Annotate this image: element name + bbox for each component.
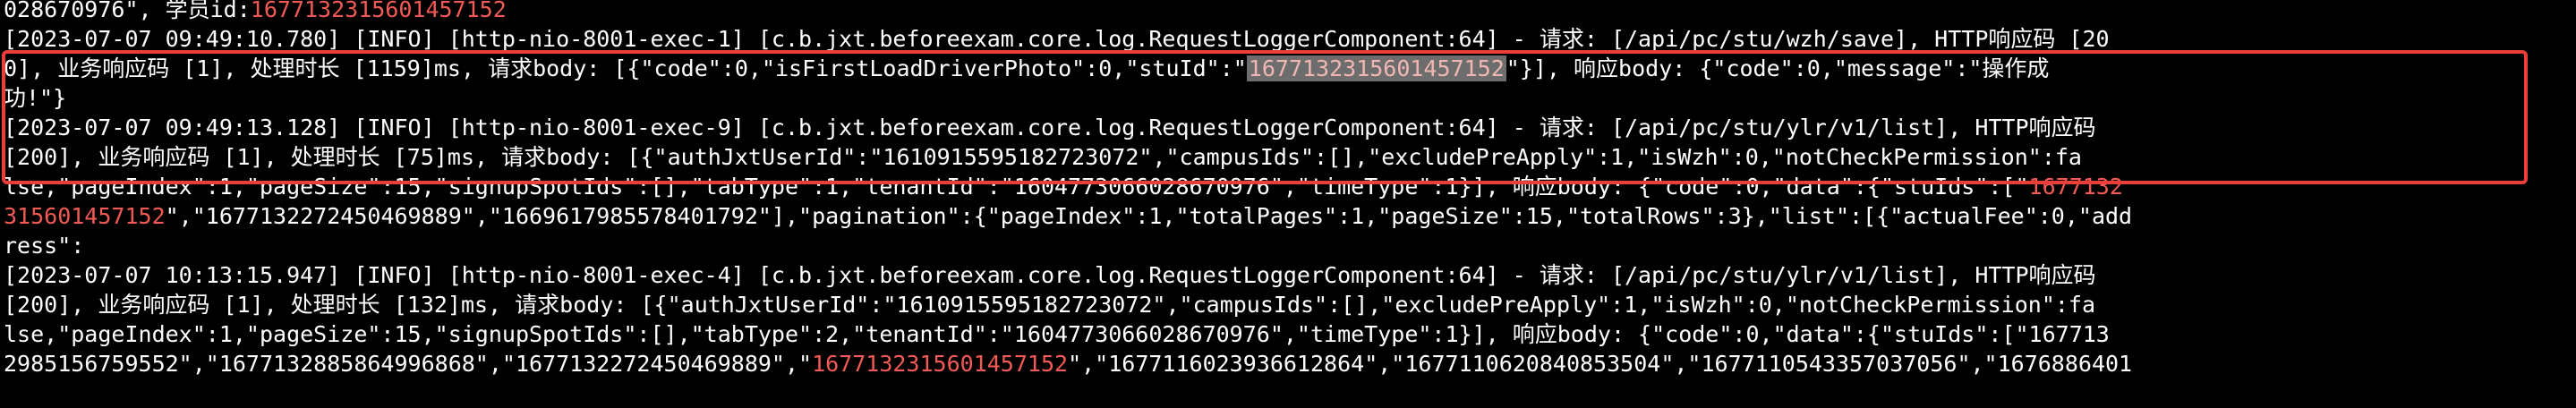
terminal-log-view[interactable]: 028670976", 学员id:1677132315601457152 [202… [0,0,2576,408]
log-line: lse,"pageIndex":1,"pageSize":15,"signupS… [4,172,2123,201]
log-line: 028670976", 学员id:1677132315601457152 [4,0,507,24]
log-line: 315601457152","1677132272450469889","166… [4,201,2132,231]
log-line: ress": [4,231,84,260]
log-text: 2985156759552","1677132885864996868","16… [4,351,813,377]
log-text: [200], 业务响应码 [1], 处理时长 [132]ms, 请求body: … [4,292,2096,318]
log-line: lse,"pageIndex":1,"pageSize":15,"signupS… [4,319,2110,349]
log-text: ","1677116023936612864","167711062084085… [1068,351,2133,377]
highlighted-student-id: 1677132315601457152 [250,0,507,22]
log-text: [2023-07-07 10:13:15.947] [INFO] [http-n… [4,262,2096,288]
log-line: [2023-07-07 10:13:15.947] [INFO] [http-n… [4,260,2096,290]
log-line: 0], 业务响应码 [1], 处理时长 [1159]ms, 请求body: [{… [4,54,2049,83]
log-text: [2023-07-07 09:49:10.780] [INFO] [http-n… [4,26,2110,52]
log-text: lse,"pageIndex":1,"pageSize":15,"signupS… [4,174,2029,200]
log-text: [200], 业务响应码 [1], 处理时长 [75]ms, 请求body: [… [4,144,2082,170]
log-line: [200], 业务响应码 [1], 处理时长 [75]ms, 请求body: [… [4,142,2082,172]
log-line: 2985156759552","1677132885864996868","16… [4,349,2132,378]
log-line: 功!"} [4,83,66,113]
log-text: 0], 业务响应码 [1], 处理时长 [1159]ms, 请求body: [{… [4,55,1247,81]
log-line: [2023-07-07 09:49:13.128] [INFO] [http-n… [4,113,2096,142]
selected-student-id: 1677132315601457152 [1246,55,1506,81]
highlighted-student-id: 315601457152 [4,203,166,229]
log-line: [2023-07-07 09:49:10.780] [INFO] [http-n… [4,24,2110,54]
log-text: 028670976", 学员id: [4,0,251,22]
log-text: lse,"pageIndex":1,"pageSize":15,"signupS… [4,321,2110,347]
log-text: ","1677132272450469889","166961798557840… [165,203,2133,229]
log-text: 功!"} [4,85,67,111]
log-line: [200], 业务响应码 [1], 处理时长 [132]ms, 请求body: … [4,290,2095,319]
log-text: [2023-07-07 09:49:13.128] [INFO] [http-n… [4,115,2096,140]
log-text: ress": [4,233,85,259]
highlighted-student-id: 1677132315601457152 [812,351,1069,377]
highlighted-student-id: 1677132 [2028,174,2123,200]
log-text: "}], 响应body: {"code":0,"message":"操作成 [1506,55,2050,81]
